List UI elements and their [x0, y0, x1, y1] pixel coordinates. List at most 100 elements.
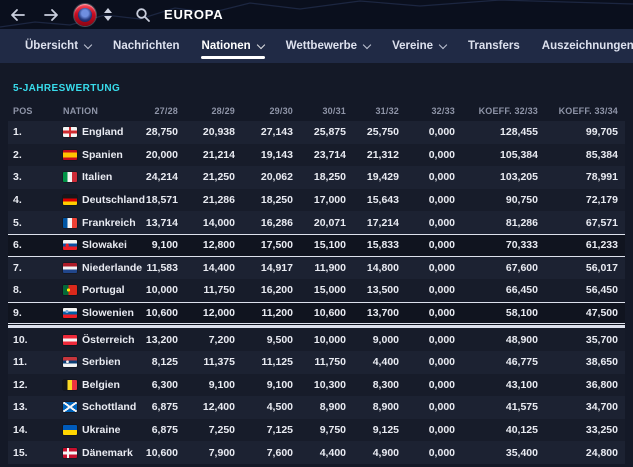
- column-header-pos[interactable]: POS: [8, 106, 63, 116]
- nav-item-vereine[interactable]: Vereine: [381, 29, 457, 63]
- value-cell: 6,875: [151, 424, 178, 437]
- table-row[interactable]: 10. Österreich 13,200 7,200 9,500 10,000 9,000…: [8, 328, 625, 351]
- column-header-koeff-32-33[interactable]: KOEFF. 32/33: [455, 106, 538, 116]
- table-row[interactable]: 13. Schottland 6,875 12,400 4,500 8,900 8,900 0…: [8, 396, 625, 419]
- nation-name: Österreich: [82, 333, 135, 346]
- nation-cell: Portugal: [63, 284, 140, 296]
- position-cell: 2.: [13, 148, 22, 161]
- italy-flag-icon: [63, 172, 77, 183]
- nation-cell: Dänemark: [63, 447, 140, 459]
- nation-name: Portugal: [82, 284, 125, 297]
- value-cell: 8,900: [319, 401, 346, 414]
- position-cell: 4.: [13, 194, 22, 207]
- table-row[interactable]: 12. Belgien 6,300 9,100 9,100 10,300 8,300 0,00…: [8, 373, 625, 397]
- nation-cell: Ukraine: [63, 424, 140, 436]
- spain-flag-icon: [63, 149, 77, 160]
- value-cell: 38,650: [585, 356, 618, 369]
- value-cell: 12,800: [202, 239, 235, 252]
- value-cell: 9,100: [266, 378, 293, 391]
- column-header-31-32[interactable]: 31/32: [346, 106, 399, 116]
- nav-item-transfers[interactable]: Transfers: [457, 29, 531, 63]
- table-row[interactable]: 8. Portugal 10,000 11,750 16,200 15,000 13,500…: [8, 279, 625, 302]
- slovakia-flag-icon: [63, 240, 77, 251]
- screen-stepper[interactable]: [104, 8, 112, 21]
- value-cell: 0,000: [428, 239, 455, 252]
- column-header-30-31[interactable]: 30/31: [293, 106, 346, 116]
- nav-item-nationen[interactable]: Nationen: [191, 29, 275, 63]
- nav-item-bersicht[interactable]: Übersicht: [14, 29, 102, 63]
- value-cell: 8,125: [151, 356, 178, 369]
- value-cell: 23,714: [313, 148, 346, 161]
- column-header-27-28[interactable]: 27/28: [140, 106, 178, 116]
- table-row[interactable]: 14. Ukraine 6,875 7,250 7,125 9,750 9,125 0,000…: [8, 418, 625, 442]
- nav-item-label: Nationen: [201, 40, 251, 52]
- table-row[interactable]: 11. Serbien 8,125 11,375 11,125 11,750 4,400 0,…: [8, 350, 625, 374]
- arrow-left-icon: [10, 8, 25, 21]
- back-button[interactable]: [0, 0, 34, 29]
- column-header-nation[interactable]: NATION: [63, 106, 140, 116]
- position-cell: 1.: [13, 126, 22, 139]
- value-cell: 14,400: [202, 261, 235, 274]
- nation-cell: Schottland: [63, 401, 140, 413]
- column-header-koeff-33-34[interactable]: KOEFF. 33/34: [538, 106, 618, 116]
- column-header-28-29[interactable]: 28/29: [178, 106, 235, 116]
- chevron-down-icon: [438, 40, 448, 49]
- column-header-32-33[interactable]: 32/33: [399, 106, 455, 116]
- table-row[interactable]: 4. Deutschland 18,571 21,286 18,250 17,000 15,…: [8, 188, 625, 212]
- nav-item-label: Transfers: [468, 40, 520, 52]
- uefa-logo-inner: [78, 7, 92, 22]
- value-cell: 9,100: [208, 378, 235, 391]
- nation-name: Ukraine: [82, 424, 121, 437]
- nation-name: Niederlande: [82, 261, 143, 274]
- column-header-29-30[interactable]: 29/30: [235, 106, 293, 116]
- value-cell: 17,214: [366, 216, 399, 229]
- position-cell: 8.: [13, 284, 22, 297]
- stepper-down-icon[interactable]: [104, 16, 112, 21]
- value-cell: 99,705: [585, 126, 618, 139]
- search-button[interactable]: [128, 0, 158, 29]
- france-flag-icon: [63, 217, 77, 228]
- value-cell: 4,400: [319, 446, 346, 459]
- stepper-up-icon[interactable]: [104, 8, 112, 13]
- nation-name: Belgien: [82, 378, 120, 391]
- nav-item-nachrichten[interactable]: Nachrichten: [102, 29, 190, 63]
- table-row[interactable]: 6. Slowakei 9,100 12,800 17,500 15,100 15,833 0…: [8, 233, 625, 257]
- search-icon: [136, 7, 150, 22]
- table-row[interactable]: 5. Frankreich 13,714 14,000 16,286 20,071 17,2…: [8, 211, 625, 234]
- table-row[interactable]: 3. Italien 24,214 21,250 20,062 18,250 19,429 0…: [8, 166, 625, 189]
- value-cell: 90,750: [505, 194, 538, 207]
- value-cell: 15,000: [313, 284, 346, 297]
- value-cell: 56,450: [585, 284, 618, 297]
- value-cell: 70,333: [505, 239, 538, 252]
- table-row[interactable]: 1. England 28,750 20,938 27,143 25,875 25,750 0…: [8, 121, 625, 144]
- value-cell: 40,125: [505, 424, 538, 437]
- nav-item-wettbewerbe[interactable]: Wettbewerbe: [275, 29, 381, 63]
- value-cell: 13,700: [366, 307, 399, 320]
- table-row[interactable]: 9. Slowenien 10,600 12,000 11,200 10,600 13,70…: [8, 301, 625, 325]
- value-cell: 10,300: [313, 378, 346, 391]
- forward-button[interactable]: [34, 0, 68, 29]
- position-cell: 14.: [13, 424, 28, 437]
- value-cell: 48,900: [505, 333, 538, 346]
- value-cell: 20,071: [313, 216, 346, 229]
- chevron-down-icon: [362, 40, 372, 49]
- position-cell: 7.: [13, 261, 22, 274]
- england-flag-icon: [63, 127, 77, 138]
- value-cell: 103,205: [500, 171, 538, 184]
- value-cell: 81,286: [505, 216, 538, 229]
- table-row[interactable]: 15. Dänemark 10,600 7,900 7,600 4,400 4,900 0,0…: [8, 441, 625, 464]
- value-cell: 128,455: [500, 126, 538, 139]
- table-row[interactable]: 7. Niederlande 11,583 14,400 14,917 11,900 14,…: [8, 256, 625, 280]
- uefa-logo[interactable]: [74, 3, 96, 26]
- nation-name: Italien: [82, 171, 113, 184]
- value-cell: 12,400: [202, 401, 235, 414]
- austria-flag-icon: [63, 334, 77, 345]
- serbia-flag-icon: [63, 357, 77, 368]
- value-cell: 16,200: [260, 284, 293, 297]
- position-cell: 12.: [13, 378, 28, 391]
- nation-name: Deutschland: [82, 194, 146, 207]
- value-cell: 105,384: [500, 148, 538, 161]
- table-row[interactable]: 2. Spanien 20,000 21,214 19,143 23,714 21,312 0…: [8, 143, 625, 167]
- value-cell: 7,125: [266, 424, 293, 437]
- nav-item-auszeichnungen[interactable]: Auszeichnungen: [531, 29, 633, 63]
